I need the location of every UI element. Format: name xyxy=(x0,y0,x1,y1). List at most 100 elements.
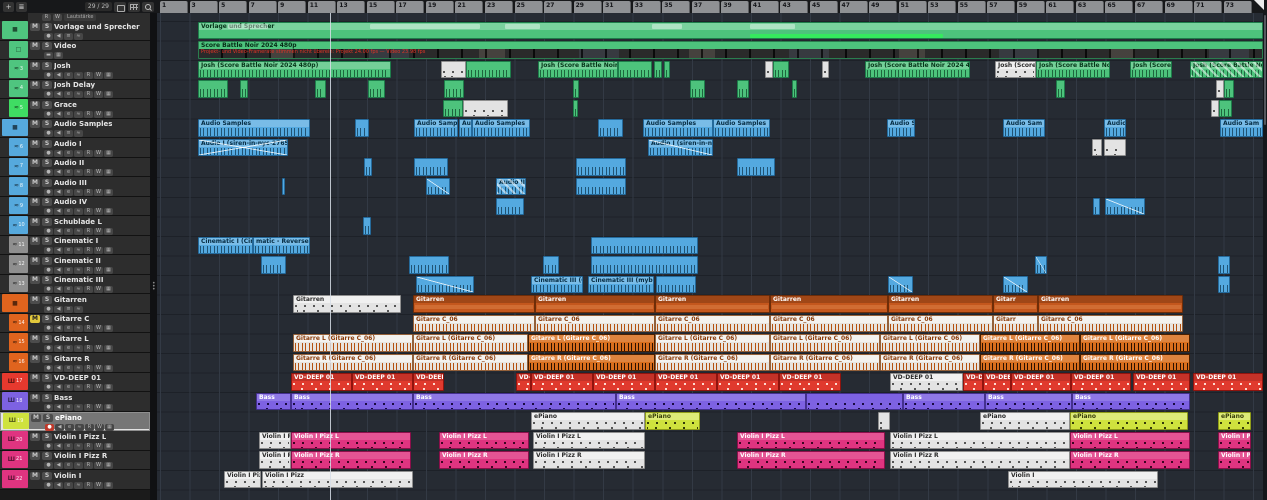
event-gitarre-r-gitarre-c-06[interactable]: Gitarre R (Gitarre C_06) xyxy=(880,354,980,372)
ruler-bar-3[interactable]: 3 xyxy=(190,1,218,13)
event-vd-dei[interactable]: VD-DEI xyxy=(963,373,983,391)
event-gitarren[interactable]: Gitarren xyxy=(413,295,535,313)
monitor-button[interactable]: ◀ xyxy=(54,228,63,235)
inserts-button[interactable]: ≈ xyxy=(74,130,83,137)
event-vd-deep-01[interactable]: VD-DEEP 01 xyxy=(1071,373,1131,391)
event-gitarren[interactable]: Gitarren xyxy=(1038,295,1183,313)
track-row-cinematic-i[interactable]: ≈11MSCinematic I●◀e≈RW▦ xyxy=(0,236,150,256)
track-color-tab[interactable]: Ш19 xyxy=(3,413,29,430)
mute-button[interactable]: M xyxy=(30,198,40,206)
edit-channel-button[interactable]: e xyxy=(64,267,73,274)
inserts-button[interactable]: ≈ xyxy=(74,404,83,411)
automation-write-button[interactable]: W xyxy=(94,91,103,98)
timeline-event[interactable] xyxy=(543,256,559,274)
timeline-event[interactable] xyxy=(573,100,578,118)
event-audio-sam[interactable]: Audio Sam xyxy=(1220,119,1263,137)
event-josh-score-battle-noir-2024-480[interactable]: Josh (Score Battle Noir 2024 480 xyxy=(1036,61,1110,79)
solo-button[interactable]: S xyxy=(42,159,52,167)
edit-channel-button[interactable]: e xyxy=(64,384,73,391)
track-row-audio-samples[interactable]: ■MSAudio Samples●◀≡≈ xyxy=(0,119,150,139)
inserts-button[interactable]: ≈ xyxy=(74,267,83,274)
record-arm-button[interactable]: ● xyxy=(44,247,53,254)
automation-write-button[interactable]: W xyxy=(94,72,103,79)
edit-channel-button[interactable]: e xyxy=(64,482,73,489)
solo-button[interactable]: S xyxy=(42,42,52,50)
mute-button[interactable]: M xyxy=(30,394,40,402)
edit-channel-button[interactable]: e xyxy=(64,365,73,372)
mute-button[interactable]: M xyxy=(30,140,40,148)
timeline-event[interactable] xyxy=(654,61,662,79)
channel-button[interactable]: ▦ xyxy=(104,443,113,450)
ruler-bar-71[interactable]: 71 xyxy=(1194,1,1222,13)
timeline-event[interactable] xyxy=(466,61,511,79)
solo-button[interactable]: S xyxy=(42,120,52,128)
project-cursor[interactable] xyxy=(330,13,331,500)
inserts-button[interactable]: ≈ xyxy=(74,365,83,372)
track-color-tab[interactable]: ≈7 xyxy=(9,158,28,176)
event-vd-deep-01[interactable]: VD-DEEP 01 xyxy=(352,373,413,391)
mute-button[interactable]: M xyxy=(30,120,40,128)
event-gitarre-r-gitarre-c-06[interactable]: Gitarre R (Gitarre C_06) xyxy=(655,354,770,372)
solo-button[interactable]: S xyxy=(42,355,52,363)
add-track-button[interactable]: + xyxy=(3,2,14,12)
mute-button[interactable]: M xyxy=(30,315,40,323)
ruler-bar-9[interactable]: 9 xyxy=(278,1,306,13)
event-gitarren[interactable]: Gitarren xyxy=(888,295,993,313)
edit-channel-button[interactable]: e xyxy=(64,286,73,293)
timeline-event[interactable] xyxy=(822,61,829,79)
monitor-button[interactable]: ◀ xyxy=(54,130,63,137)
event-vd-deep-01[interactable]: VD-DEEP 01 xyxy=(531,373,593,391)
event-vd-deep-01[interactable]: VD-DEEP 01 xyxy=(717,373,779,391)
event-gitarre-l-gitarre-c-06[interactable]: Gitarre L (Gitarre C_06) xyxy=(880,334,980,352)
automation-write-button[interactable]: W xyxy=(94,462,103,469)
edit-channel-button[interactable]: e xyxy=(64,443,73,450)
mute-button[interactable]: M xyxy=(30,276,40,284)
track-row-cinematic-iii[interactable]: ≈13MSCinematic III●◀e≈RW▦ xyxy=(0,275,150,295)
track-row-gitarre-r[interactable]: ≈16MSGitarre R●◀e≈RW▦ xyxy=(0,353,150,373)
record-arm-button[interactable]: ● xyxy=(44,384,53,391)
event-epiano[interactable]: ePiano xyxy=(645,412,700,430)
event-violin-i-pizz-l[interactable]: Violin I Pizz L xyxy=(533,432,645,450)
timeline-event[interactable] xyxy=(1218,276,1230,294)
event-bass[interactable]: Bass xyxy=(985,393,1072,411)
event-josh-score-battle-noir-2024-48[interactable]: Josh (Score Battle Noir 2024 48 xyxy=(1190,61,1263,79)
timeline-event[interactable] xyxy=(364,158,372,176)
event-gitarr[interactable]: Gitarr xyxy=(993,295,1038,313)
inserts-button[interactable]: ≈ xyxy=(75,424,84,431)
timeline-event[interactable] xyxy=(576,158,626,176)
event-josh-score-battle[interactable]: Josh (Score Battle xyxy=(995,61,1036,79)
ruler-bar-29[interactable]: 29 xyxy=(574,1,602,13)
solo-button[interactable]: S xyxy=(42,62,52,70)
inserts-button[interactable]: ≈ xyxy=(74,443,83,450)
timeline-event[interactable] xyxy=(414,158,448,176)
timeline-event[interactable] xyxy=(750,24,795,29)
track-row-audio-iv[interactable]: ≈9MSAudio IV●◀e≈RW▦ xyxy=(0,197,150,217)
channel-button[interactable]: ▦ xyxy=(104,404,113,411)
inserts-button[interactable]: ≈ xyxy=(74,286,83,293)
timeline-event[interactable] xyxy=(1056,80,1065,98)
timeline-event[interactable] xyxy=(1219,100,1232,118)
record-arm-button[interactable]: ● xyxy=(44,208,53,215)
automation-read-button[interactable]: R xyxy=(84,189,93,196)
event-gitarre-c-06[interactable]: Gitarre C_06 xyxy=(413,315,535,333)
track-color-tab[interactable]: ■ xyxy=(2,119,28,137)
automation-read-button[interactable]: R xyxy=(84,384,93,391)
solo-button[interactable]: S xyxy=(42,315,52,323)
solo-button[interactable]: S xyxy=(42,198,52,206)
timeline-event[interactable] xyxy=(463,100,508,118)
timeline-event[interactable] xyxy=(591,256,698,274)
ruler-bar-55[interactable]: 55 xyxy=(958,1,986,13)
ruler-bar-23[interactable]: 23 xyxy=(485,1,513,13)
event-vd-deep-01[interactable]: VD-DEEP 01 xyxy=(413,373,444,391)
track-color-tab[interactable]: ■ xyxy=(2,21,28,39)
timeline-event[interactable] xyxy=(737,80,749,98)
inserts-button[interactable]: ≈ xyxy=(74,345,83,352)
monitor-button[interactable]: ◀ xyxy=(55,424,64,431)
automation-write-button[interactable]: W xyxy=(94,150,103,157)
track-row-violin-i-pizz-r[interactable]: Ш21MSViolin I Pizz R●◀e≈RW▦ xyxy=(0,451,150,471)
timeline-event[interactable] xyxy=(806,393,903,411)
event-audio-samples[interactable]: Audio Samples xyxy=(472,119,530,137)
timeline-event[interactable] xyxy=(1216,80,1224,98)
edit-channel-button[interactable]: e xyxy=(64,189,73,196)
event-vorlage-und-sprecher[interactable]: Vorlage und Sprecher xyxy=(198,22,1263,40)
